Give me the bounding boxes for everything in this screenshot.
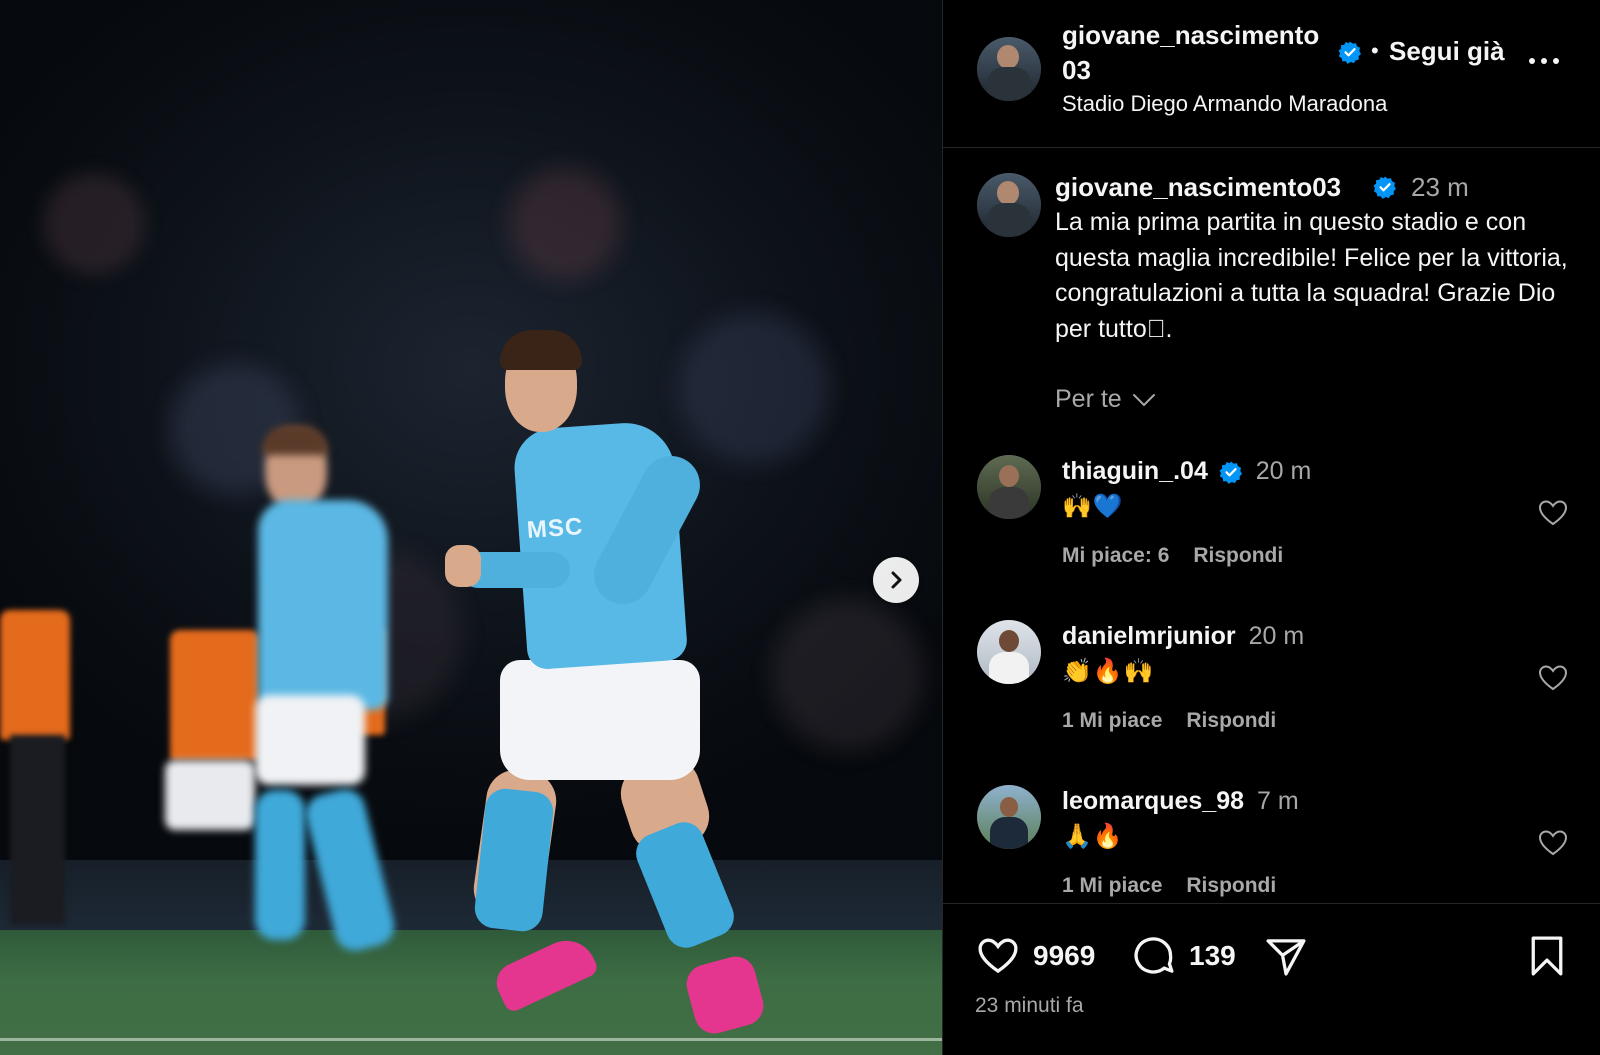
advertising-boards xyxy=(0,860,942,930)
reply-button[interactable]: Rispondi xyxy=(1193,544,1283,568)
heart-icon[interactable] xyxy=(1537,662,1569,694)
commenter-avatar[interactable] xyxy=(977,455,1041,519)
follow-status-button[interactable]: Segui già xyxy=(1389,36,1505,67)
save-button[interactable] xyxy=(1527,934,1567,978)
comments-scroll-area[interactable]: giovane_nascimento03 23 m La mia prima p… xyxy=(943,149,1600,903)
commenter-avatar[interactable] xyxy=(977,785,1041,849)
share-button[interactable] xyxy=(1263,934,1309,978)
next-photo-button[interactable] xyxy=(873,557,919,603)
comment-text: 🙌💙 xyxy=(1062,493,1124,520)
blurred-player-shorts xyxy=(165,760,255,830)
comment-item: thiaguin_.04 20 m 🙌💙 Mi piace: 6 Rispond… xyxy=(943,451,1600,601)
caption-timestamp[interactable]: 23 m xyxy=(1411,172,1469,203)
comment-timestamp[interactable]: 7 m xyxy=(1257,787,1299,815)
chevron-right-icon xyxy=(891,571,902,589)
post-photo[interactable]: MSC xyxy=(0,0,942,1055)
chevron-down-icon xyxy=(1132,393,1155,406)
comment-icon xyxy=(1134,937,1174,974)
comment-timestamp[interactable]: 20 m xyxy=(1249,622,1305,650)
comment-text: 🙏🔥 xyxy=(1062,823,1124,850)
comment-sort-dropdown[interactable]: Per te xyxy=(1055,385,1156,414)
blurred-player-shorts xyxy=(255,695,365,785)
heart-icon xyxy=(978,938,1018,974)
comment-username-text: leomarques_98 xyxy=(1062,787,1245,815)
author-avatar[interactable] xyxy=(977,173,1041,237)
player-hand xyxy=(445,545,481,587)
post-header: giovane_nascimento03 • Segui già Stadio … xyxy=(943,0,1600,148)
caption-username[interactable]: giovane_nascimento03 xyxy=(1055,172,1341,203)
comment-button[interactable]: 139 xyxy=(1131,934,1236,978)
verified-badge-icon xyxy=(1338,40,1362,64)
player-shorts xyxy=(500,660,700,780)
comment-likes-count[interactable]: Mi piace: 6 xyxy=(1062,544,1169,568)
comment-username-text: thiaguin_.04 xyxy=(1062,457,1208,485)
blurred-player-hair xyxy=(262,425,328,455)
post-location[interactable]: Stadio Diego Armando Maradona xyxy=(1062,91,1387,117)
steward-legs xyxy=(10,735,65,925)
steward-figure xyxy=(170,630,260,760)
comment-item: leomarques_98 7 m 🙏🔥 1 Mi piace Rispondi xyxy=(943,781,1600,903)
comment-item: danielmrjunior 20 m 👏🔥🙌 1 Mi piace Rispo… xyxy=(943,616,1600,766)
likes-count[interactable]: 9969 xyxy=(1033,940,1095,972)
post-side-panel: giovane_nascimento03 • Segui già Stadio … xyxy=(942,0,1600,1055)
comment-username-text: danielmrjunior xyxy=(1062,622,1236,650)
reply-button[interactable]: Rispondi xyxy=(1186,709,1276,733)
pitch xyxy=(0,930,942,1055)
comment-text: 👏🔥🙌 xyxy=(1062,658,1155,685)
author-username[interactable]: giovane_nascimento03 xyxy=(1062,18,1322,88)
comment-timestamp[interactable]: 20 m xyxy=(1256,457,1312,485)
bookmark-icon xyxy=(1531,936,1563,976)
heart-icon[interactable] xyxy=(1537,827,1569,859)
comment-likes-count[interactable]: 1 Mi piace xyxy=(1062,874,1162,898)
blurred-player-shirt xyxy=(258,500,388,710)
player-hair xyxy=(500,330,582,370)
share-icon xyxy=(1266,939,1306,976)
commenter-avatar[interactable] xyxy=(977,620,1041,684)
blurred-player-sock xyxy=(255,790,305,940)
author-avatar[interactable] xyxy=(977,37,1041,101)
comment-username[interactable]: thiaguin_.04 20 m xyxy=(1062,457,1311,486)
comment-username[interactable]: danielmrjunior 20 m xyxy=(1062,622,1304,651)
verified-badge-icon xyxy=(1219,460,1243,485)
comment-username[interactable]: leomarques_98 7 m xyxy=(1062,787,1299,816)
shirt-sponsor: MSC xyxy=(526,513,585,544)
sort-label: Per te xyxy=(1055,385,1122,413)
comment-likes-count[interactable]: 1 Mi piace xyxy=(1062,709,1162,733)
post-actions-bar: 9969 139 23 minuti fa xyxy=(943,903,1600,1055)
player-sock xyxy=(472,786,556,934)
verified-badge-icon xyxy=(1373,175,1397,199)
separator-dot: • xyxy=(1371,38,1379,63)
heart-icon[interactable] xyxy=(1537,497,1569,529)
more-options-icon[interactable] xyxy=(1529,46,1569,76)
like-button[interactable]: 9969 xyxy=(975,934,1095,978)
reply-button[interactable]: Rispondi xyxy=(1186,874,1276,898)
crowd-background xyxy=(0,60,942,880)
post-time-ago[interactable]: 23 minuti fa xyxy=(975,994,1084,1018)
steward-figure xyxy=(0,610,70,740)
post-caption: La mia prima partita in questo stadio e … xyxy=(1055,208,1568,343)
pitch-line xyxy=(0,1038,942,1041)
comments-count[interactable]: 139 xyxy=(1189,940,1236,972)
